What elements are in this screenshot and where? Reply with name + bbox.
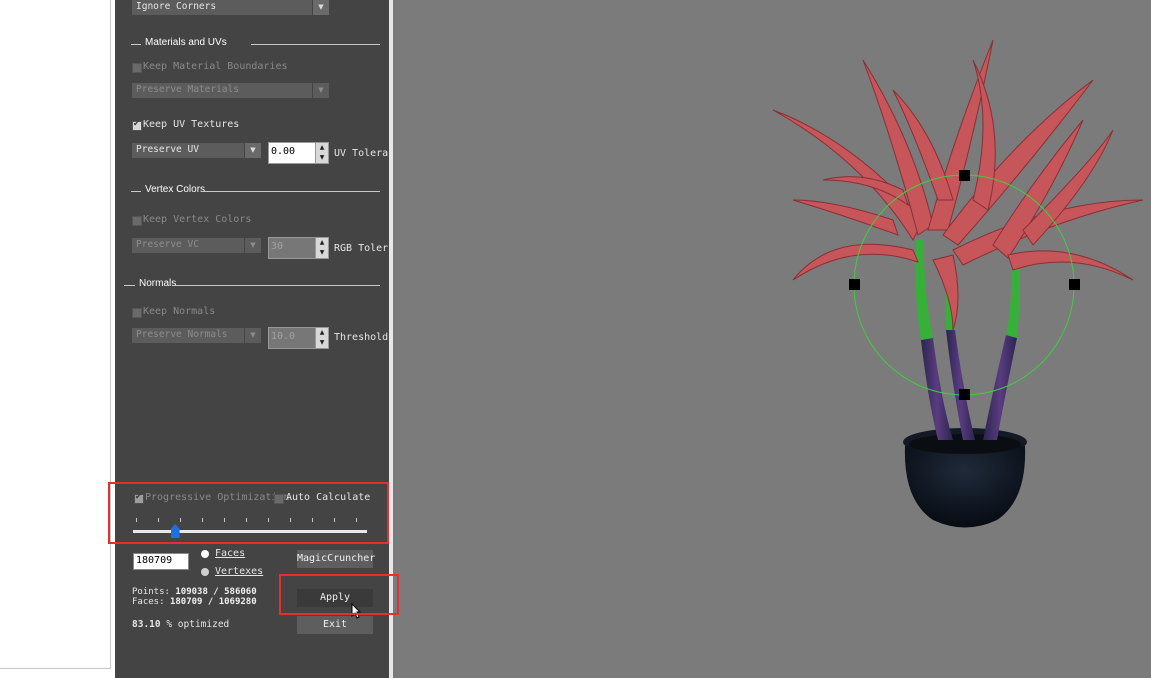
optimized-line: 83.10 % optimized: [132, 619, 229, 630]
keep-uv-textures-label: Keep UV Textures: [143, 119, 240, 130]
selection-gizmo[interactable]: [849, 170, 1080, 400]
uv-tolerance-label: UV Tolera: [334, 148, 389, 159]
optimized-percent: 83.10: [132, 619, 161, 630]
faces-stat-label: Faces:: [132, 597, 165, 607]
vertexes-radio[interactable]: [201, 568, 209, 576]
keep-normals-checkbox[interactable]: [132, 308, 142, 318]
stats-block: Points: 109038 / 586060 Faces: 180709 / …: [132, 587, 257, 607]
keep-material-boundaries-label: Keep Material Boundaries: [143, 61, 288, 72]
chevron-down-icon: ▼: [312, 83, 329, 98]
faces-stat-value: 180709 / 1069280: [169, 597, 257, 607]
normals-group-header: Normals: [115, 278, 389, 292]
uv-tolerance-spinner[interactable]: 0.00 ▲ ▼: [268, 142, 329, 164]
keep-vertex-colors-checkbox[interactable]: [132, 216, 142, 226]
left-blank-area: [0, 0, 111, 669]
chevron-down-icon: ▼: [244, 238, 261, 253]
preserve-vc-text: Preserve VC: [136, 239, 199, 250]
vertex-colors-group-label: Vertex Colors: [145, 184, 206, 195]
rgb-tolerance-spinner[interactable]: 30 ▲ ▼: [268, 237, 329, 259]
chevron-down-icon: ▼: [244, 328, 261, 343]
vertex-colors-group-header: Vertex Colors: [115, 184, 389, 198]
points-label: Points:: [132, 587, 170, 597]
magic-cruncher-button[interactable]: MagicCruncher: [297, 550, 375, 568]
face-count-value: 180709: [136, 555, 173, 566]
vertexes-label: Vertexes: [215, 566, 264, 577]
chevron-down-icon: ▼: [244, 143, 261, 158]
3d-viewport[interactable]: [393, 0, 1151, 678]
ignore-corners-text: Ignore Corners: [136, 1, 217, 12]
spinner-arrows-icon[interactable]: ▲ ▼: [315, 143, 328, 163]
keep-material-boundaries-checkbox[interactable]: [132, 63, 142, 73]
keep-vertex-colors-label: Keep Vertex Colors: [143, 214, 252, 225]
faces-radio[interactable]: [201, 550, 209, 558]
materials-group-header: Materials and UVs: [115, 37, 389, 51]
optimized-label: % optimized: [166, 619, 230, 630]
preserve-uv-text: Preserve UV: [136, 144, 199, 155]
preserve-uv-dropdown[interactable]: Preserve UV ▼: [132, 143, 261, 158]
ignore-corners-dropdown[interactable]: Ignore Corners ▼: [132, 0, 329, 15]
spinner-arrows-icon[interactable]: ▲ ▼: [315, 238, 328, 258]
faces-label: Faces: [215, 548, 246, 559]
trunks: [915, 240, 1020, 440]
exit-button[interactable]: Exit: [297, 616, 373, 634]
pot-shape: [903, 428, 1027, 528]
progressive-optimization-highlight: [108, 482, 389, 544]
preserve-normals-text: Preserve Normals: [136, 329, 228, 340]
normals-threshold-value: 10.0: [271, 331, 296, 342]
normals-group-label: Normals: [139, 278, 177, 289]
keep-normals-label: Keep Normals: [143, 306, 216, 317]
keep-uv-textures-checkbox[interactable]: [132, 119, 142, 131]
preserve-materials-text: Preserve Materials: [136, 84, 239, 95]
face-count-input[interactable]: 180709: [133, 553, 189, 570]
rgb-tolerance-value: 30: [271, 241, 284, 252]
rgb-tolerance-label: RGB Toler: [334, 243, 389, 254]
chevron-down-icon: ▼: [312, 0, 329, 15]
fronds: [772, 39, 1144, 331]
points-value: 109038 / 586060: [175, 587, 257, 597]
normals-threshold-spinner[interactable]: 10.0 ▲ ▼: [268, 327, 329, 349]
apply-highlight: [279, 574, 399, 615]
preserve-materials-dropdown[interactable]: Preserve Materials ▼: [132, 83, 329, 98]
materials-group-label: Materials and UVs: [145, 37, 227, 48]
preserve-vc-dropdown[interactable]: Preserve VC ▼: [132, 238, 261, 253]
preserve-normals-dropdown[interactable]: Preserve Normals ▼: [132, 328, 261, 343]
palm-plant-model: [772, 39, 1144, 528]
threshold-label: Threshold: [334, 332, 389, 343]
spinner-arrows-icon[interactable]: ▲ ▼: [315, 328, 328, 348]
uv-tolerance-value: 0.00: [271, 146, 296, 157]
